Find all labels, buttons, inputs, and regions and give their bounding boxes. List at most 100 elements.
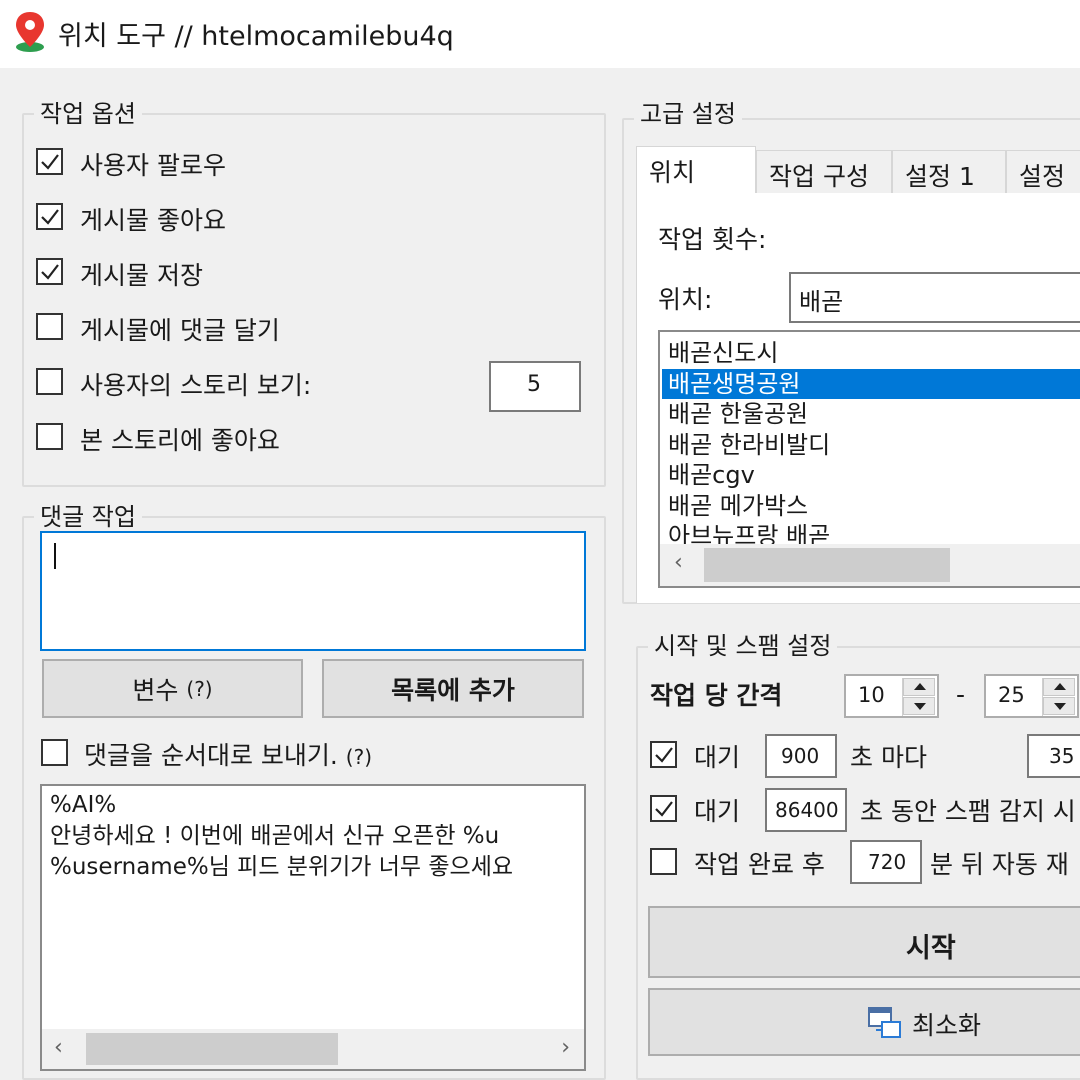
interval-label: 작업 당 간격 [650, 681, 783, 710]
location-result-item[interactable]: 배곧 한라비발디 [668, 430, 830, 460]
wait1-seconds-input[interactable]: 900 [765, 734, 837, 778]
checkmark-icon [41, 154, 59, 170]
comment-line[interactable]: %AI% [50, 790, 584, 821]
checkmark-icon [41, 264, 59, 280]
restart-suffix: 분 뒤 자동 재 [930, 850, 1069, 879]
option-checkbox[interactable] [36, 423, 63, 450]
title-bar: 위치 도구 // htelmocamilebu4q [0, 0, 1080, 68]
tab-location[interactable]: 위치 [636, 146, 756, 194]
wait1-count-value: 35 [1049, 744, 1075, 768]
minimize-window-icon [868, 1007, 901, 1038]
tab-settings-1-label: 설정 1 [905, 162, 975, 191]
tab-settings-1[interactable]: 설정 1 [892, 150, 1006, 194]
wait1-seconds-value: 900 [781, 744, 820, 768]
spin-up-icon[interactable] [903, 678, 935, 696]
minimize-button-label: 최소화 [912, 1011, 982, 1040]
wait1-suffix: 초 마다 [850, 743, 927, 772]
minimize-button[interactable]: 최소화 [648, 988, 1080, 1056]
option-label: 사용자 팔로우 [80, 151, 226, 180]
restart-minutes-value: 720 [868, 850, 907, 874]
option-checkbox[interactable] [36, 148, 63, 175]
variables-help: (?) [186, 676, 213, 701]
tab-task-config-label: 작업 구성 [769, 162, 869, 191]
restart-checkbox[interactable] [650, 848, 677, 875]
checkmark-icon [41, 209, 59, 225]
task-count-label: 작업 횟수: [658, 225, 767, 254]
comment-input[interactable] [40, 531, 586, 651]
start-button[interactable]: 시작 [648, 906, 1080, 978]
text-cursor [54, 543, 56, 569]
option-label: 게시물 저장 [80, 261, 203, 290]
story-count-input[interactable]: 5 [489, 361, 581, 412]
option-label: 사용자의 스토리 보기: [80, 371, 312, 400]
window-title: 위치 도구 // htelmocamilebu4q [58, 21, 454, 52]
option-checkbox[interactable] [36, 258, 63, 285]
wait2-seconds-input[interactable]: 86400 [765, 788, 847, 832]
option-label: 본 스토리에 좋아요 [80, 426, 280, 455]
story-count-value: 5 [527, 372, 541, 397]
variables-button[interactable]: 변수 (?) [42, 659, 303, 718]
interval-min-spinner[interactable]: 10 [844, 674, 939, 718]
restart-minutes-input[interactable]: 720 [850, 840, 922, 884]
location-input-value: 배곧 [799, 288, 844, 316]
spin-down-icon[interactable] [903, 697, 935, 715]
map-pin-icon [16, 12, 44, 52]
wait2-suffix: 초 동안 스팸 감지 시 [860, 797, 1076, 826]
option-label: 게시물 좋아요 [80, 206, 226, 235]
start-button-label: 시작 [906, 933, 956, 964]
interval-max-value: 25 [998, 683, 1025, 707]
location-result-item[interactable]: 배곧 한울공원 [668, 399, 808, 429]
location-result-item[interactable]: 배곧생명공원 [662, 368, 1080, 399]
checkmark-icon [655, 747, 673, 763]
location-input[interactable]: 배곧 [789, 272, 1080, 323]
add-to-list-label: 목록에 추가 [391, 675, 515, 705]
send-in-order-text: 댓글을 순서대로 보내기. [84, 741, 338, 770]
location-result-item[interactable]: 배곧cgv [668, 460, 755, 490]
interval-max-spinner[interactable]: 25 [984, 674, 1079, 718]
wait2-label: 대기 [694, 797, 741, 826]
send-in-order-checkbox[interactable] [41, 739, 68, 766]
option-checkbox[interactable] [36, 368, 63, 395]
option-checkbox[interactable] [36, 313, 63, 340]
scroll-left-icon[interactable]: ‹ [54, 1035, 63, 1060]
interval-separator: - [956, 680, 966, 709]
scroll-thumb[interactable] [86, 1033, 338, 1065]
tab-task-config[interactable]: 작업 구성 [756, 150, 892, 194]
interval-min-value: 10 [858, 683, 885, 707]
send-in-order-help: (?) [345, 745, 373, 769]
add-to-list-button[interactable]: 목록에 추가 [322, 659, 584, 718]
tab-settings[interactable]: 설정 [1006, 150, 1080, 194]
location-result-item[interactable]: 배곧 메가박스 [668, 491, 808, 521]
start-spam-legend: 시작 및 스팸 설정 [648, 626, 838, 661]
spin-up-icon[interactable] [1043, 678, 1075, 696]
wait2-seconds-value: 86400 [775, 798, 839, 822]
restart-label: 작업 완료 후 [694, 850, 825, 879]
comment-list-hscrollbar[interactable]: ‹ › [42, 1029, 584, 1069]
send-in-order-label: 댓글을 순서대로 보내기. (?) [84, 736, 372, 772]
comment-line[interactable]: %username%님 피드 분위기가 너무 좋으세요 [50, 852, 584, 883]
interval-min-arrows [902, 678, 935, 716]
option-checkbox[interactable] [36, 203, 63, 230]
location-label: 위치: [658, 285, 713, 314]
advanced-legend: 고급 설정 [634, 94, 742, 129]
location-results-list[interactable]: 배곧신도시 배곧생명공원 배곧 한울공원 배곧 한라비발디 배곧cgv 배곧 메가박스 아브… [658, 330, 1080, 588]
tab-settings-label: 설정 [1019, 162, 1066, 191]
location-result-item[interactable]: 아브뉴프랑 배곧 [668, 521, 830, 544]
task-options-legend: 작업 옵션 [34, 94, 142, 129]
checkmark-icon [655, 801, 673, 817]
spin-down-icon[interactable] [1043, 697, 1075, 715]
interval-max-arrows [1042, 678, 1075, 716]
results-hscrollbar[interactable]: ‹ [660, 544, 1080, 586]
comment-line[interactable]: 안녕하세요 ! 이번에 배곧에서 신규 오픈한 %u [50, 821, 584, 852]
wait1-label: 대기 [694, 743, 741, 772]
comment-list[interactable]: %AI% 안녕하세요 ! 이번에 배곧에서 신규 오픈한 %u %username%… [40, 784, 586, 1071]
results-scroll-left-icon[interactable]: ‹ [674, 550, 683, 575]
wait1-count-input[interactable]: 35 [1027, 734, 1080, 778]
location-result-item[interactable]: 배곧신도시 [668, 338, 778, 368]
wait2-checkbox[interactable] [650, 795, 677, 822]
comment-task-legend: 댓글 작업 [34, 497, 142, 532]
tab-location-label: 위치 [649, 158, 696, 187]
results-scroll-thumb[interactable] [704, 548, 950, 582]
wait1-checkbox[interactable] [650, 741, 677, 768]
scroll-right-icon[interactable]: › [561, 1035, 570, 1060]
